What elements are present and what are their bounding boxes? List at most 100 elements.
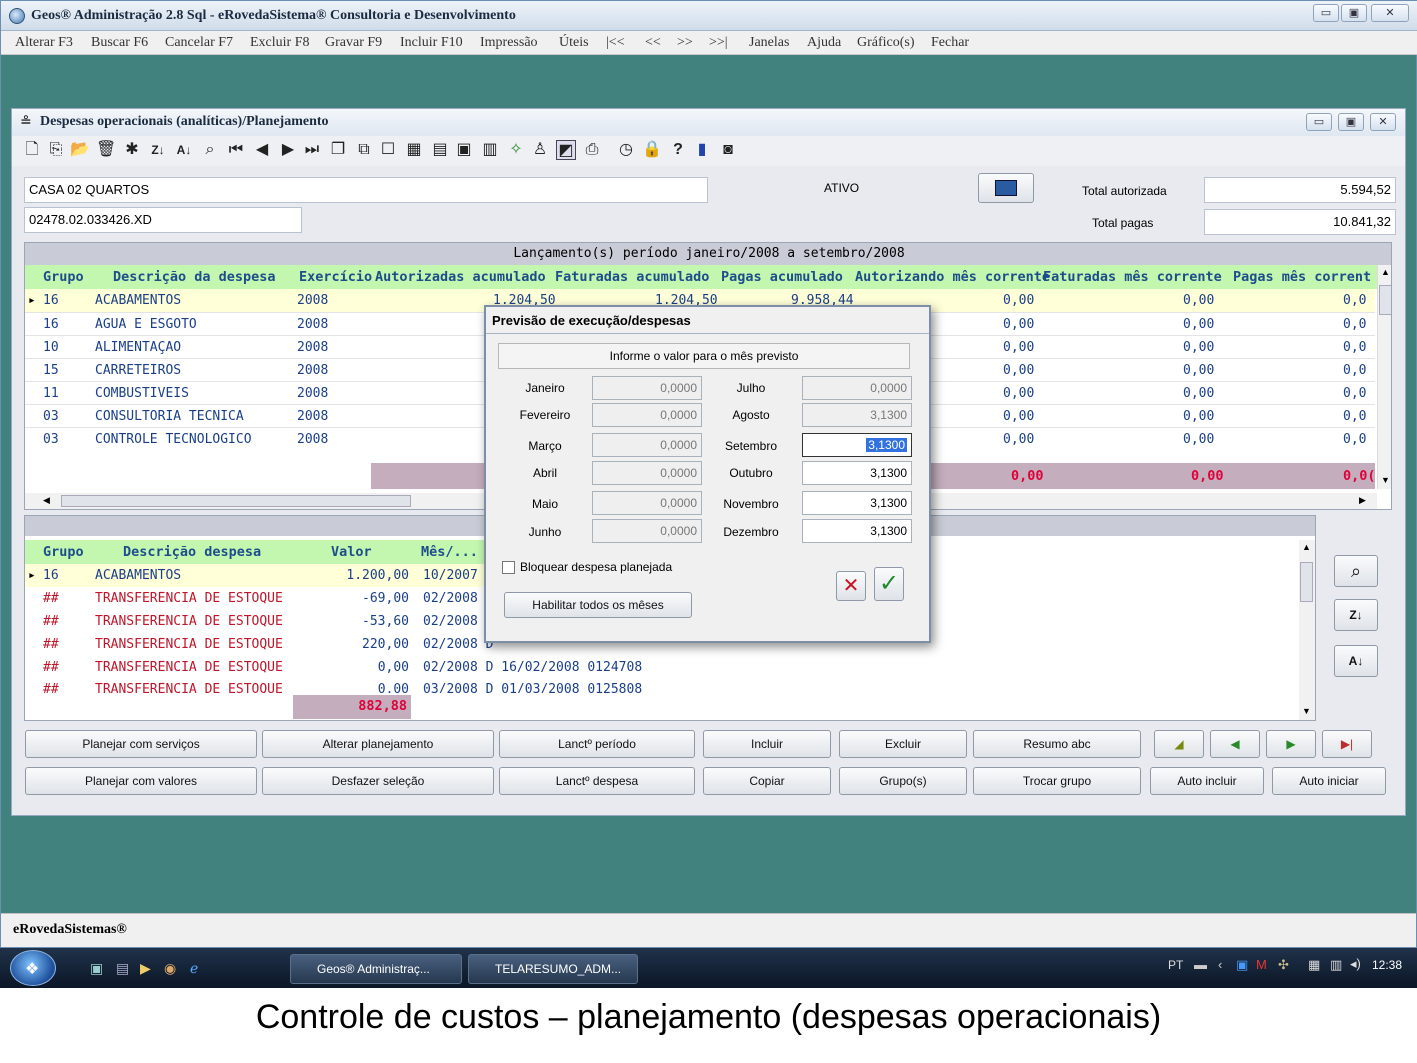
col-fat-acum[interactable]: Faturadas acumulado [555, 269, 709, 285]
alterar-planejamento-button[interactable]: Alterar planejamento [262, 730, 494, 758]
upper-vertical-scrollbar[interactable]: ▲ ▼ [1377, 265, 1391, 489]
col-descricao[interactable]: Descrição da despesa [113, 269, 276, 285]
calc-icon[interactable]: ▣ [454, 140, 474, 160]
menu-graficos[interactable]: Gráfico(s) [857, 35, 915, 51]
table-icon[interactable]: ▤ [430, 140, 450, 160]
search-button[interactable]: ⌕ [1334, 555, 1378, 587]
lanct-despesa-button[interactable]: Lanctº despesa [499, 767, 695, 795]
col-fat-mes[interactable]: Faturadas mês corrente [1043, 269, 1222, 285]
new-icon[interactable]: 🗋 [22, 140, 42, 160]
copy-icon[interactable]: ⎘ [46, 140, 66, 160]
menu-uteis[interactable]: Úteis [559, 35, 589, 51]
menu-first[interactable]: |<< [606, 35, 625, 51]
menu-ajuda[interactable]: Ajuda [807, 35, 841, 51]
next-icon[interactable]: ▶ [278, 140, 298, 160]
bar-chart-icon[interactable]: ▮ [692, 140, 712, 160]
language-indicator[interactable]: PT [1168, 958, 1183, 972]
col-mes[interactable]: Mês/... [421, 544, 478, 560]
menu-gravar[interactable]: Gravar F9 [325, 35, 382, 51]
menu-impressao[interactable]: Impressão [480, 35, 538, 51]
computer-icon[interactable]: ▤ [116, 960, 129, 977]
month-field-janeiro[interactable]: 0,0000 [592, 376, 702, 400]
clock[interactable]: 12:38 [1372, 958, 1402, 972]
menu-cancelar[interactable]: Cancelar F7 [165, 35, 233, 51]
col-grupo[interactable]: Grupo [43, 544, 84, 560]
grupos-button[interactable]: Grupo(s) [839, 767, 967, 795]
scroll-down-icon[interactable]: ▼ [1302, 706, 1311, 716]
task-geos[interactable]: Geos® Administraç... [290, 954, 462, 984]
block-checkbox[interactable] [502, 561, 515, 574]
delete-icon[interactable]: 🗑 [96, 140, 116, 160]
desfazer-selecao-button[interactable]: Desfazer seleção [262, 767, 494, 795]
printer-icon[interactable]: ⎙ [582, 140, 602, 160]
sort-az-icon[interactable]: A↓ [174, 140, 194, 160]
lanct-periodo-button[interactable]: Lanctº período [499, 730, 695, 758]
col-grupo[interactable]: Grupo [43, 269, 84, 285]
nav-next-button[interactable]: ▶ [1266, 730, 1316, 758]
person-icon[interactable]: ♙ [530, 140, 550, 160]
resumo-abc-button[interactable]: Resumo abc [973, 730, 1141, 758]
camera-icon[interactable]: ◙ [718, 140, 738, 160]
nav-prev-button[interactable]: ◀ [1210, 730, 1260, 758]
enable-all-button[interactable]: Habilitar todos os mêses [504, 592, 692, 618]
month-field-outubro[interactable]: 3,1300 [802, 461, 912, 485]
lock-icon[interactable]: 🔒 [642, 140, 662, 160]
col-pag-acum[interactable]: Pagas acumulado [721, 269, 843, 285]
menu-incluir[interactable]: Incluir F10 [400, 35, 463, 51]
col-exercicio[interactable]: Exercício [299, 269, 372, 285]
month-field-junho[interactable]: 0,0000 [592, 519, 702, 543]
grid-icon[interactable]: ▦ [404, 140, 424, 160]
month-field-julho[interactable]: 0,0000 [802, 376, 912, 400]
copiar-button[interactable]: Copiar [703, 767, 831, 795]
month-field-dezembro[interactable]: 3,1300 [802, 519, 912, 543]
tray-expand-icon[interactable]: ‹ [1218, 957, 1222, 972]
project-code-field[interactable]: 02478.02.033426.XD [24, 207, 302, 233]
minimize-button[interactable]: ▭ [1313, 4, 1339, 22]
close-button[interactable]: ✕ [1371, 4, 1409, 22]
child-close-button[interactable]: ✕ [1370, 113, 1396, 131]
child-maximize-button[interactable]: ▣ [1338, 113, 1364, 131]
task-telaresumo[interactable]: TELARESUMO_ADM... [468, 954, 638, 984]
ok-button[interactable]: ✓ [874, 567, 904, 601]
clock-icon[interactable]: ◷ [616, 140, 636, 160]
sort-za-icon[interactable]: Z↓ [148, 140, 168, 160]
auto-iniciar-button[interactable]: Auto iniciar [1272, 767, 1386, 795]
windows-icon[interactable]: ⧉ [354, 140, 374, 160]
menu-alterar[interactable]: Alterar F3 [15, 35, 73, 51]
chart-icon[interactable]: ◩ [556, 140, 576, 160]
ie-icon[interactable]: ℯ [190, 960, 198, 977]
table-row[interactable]: ## TRANSFERÊNCIA DE ESTOQUE 0,00 02/2008… [25, 656, 685, 679]
tray-misc-icon[interactable]: ✣ [1278, 957, 1289, 973]
incluir-button[interactable]: Incluir [703, 730, 831, 758]
menu-fechar[interactable]: Fechar [931, 35, 969, 51]
nav-last-button[interactable]: ▶| [1322, 730, 1372, 758]
menu-buscar[interactable]: Buscar F6 [91, 35, 148, 51]
media-icon[interactable]: ▶ [140, 960, 151, 977]
scroll-down-icon[interactable]: ▼ [1381, 475, 1390, 485]
checkbox-icon[interactable]: ☐ [378, 140, 398, 160]
scroll-up-icon[interactable]: ▲ [1302, 542, 1311, 552]
month-field-marco[interactable]: 0,0000 [592, 433, 702, 457]
tray-power-icon[interactable]: ▥ [1330, 957, 1342, 973]
open-icon[interactable]: 📂 [70, 140, 90, 160]
lower-vertical-scrollbar[interactable]: ▲ ▼ [1299, 540, 1315, 720]
col-aut-mes[interactable]: Autorizando mês corrente [855, 269, 1050, 285]
col-valor[interactable]: Valor [331, 544, 372, 560]
wand-icon[interactable]: ✧ [506, 140, 526, 160]
nav-first-button[interactable]: ◢ [1154, 730, 1204, 758]
scroll-thumb[interactable] [1300, 562, 1313, 602]
maximize-button[interactable]: ▣ [1341, 4, 1367, 22]
scroll-thumb[interactable] [61, 495, 411, 507]
search-icon[interactable]: ⌕ [200, 140, 220, 160]
start-button[interactable]: ❖ [10, 950, 56, 986]
planejar-servicos-button[interactable]: Planejar com serviços [25, 730, 257, 758]
col-pag-mes[interactable]: Pagas mês corrente [1233, 269, 1371, 285]
show-desktop-icon[interactable]: ▣ [90, 960, 103, 977]
month-field-setembro[interactable]: 3,1300 [802, 433, 912, 457]
help-icon[interactable]: ? [668, 140, 688, 160]
calculator-button[interactable] [978, 173, 1034, 203]
month-field-maio[interactable]: 0,0000 [592, 491, 702, 515]
sort-za-button[interactable]: Z↓ [1334, 599, 1378, 631]
month-field-abril[interactable]: 0,0000 [592, 461, 702, 485]
sort-az-button[interactable]: A↓ [1334, 645, 1378, 677]
